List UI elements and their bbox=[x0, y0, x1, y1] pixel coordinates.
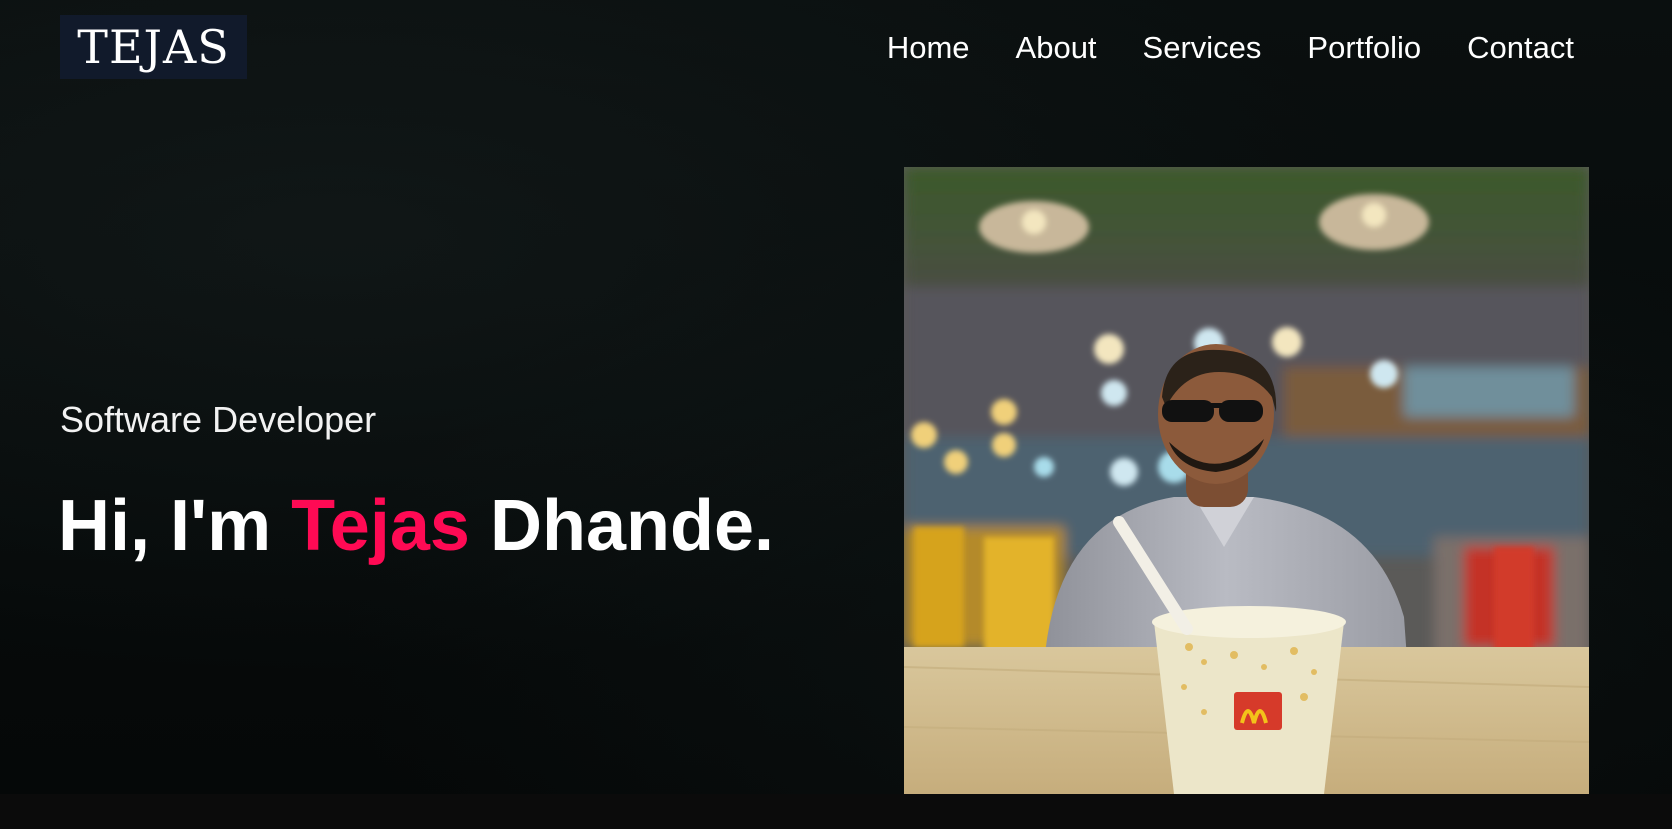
nav-item-about[interactable]: About bbox=[1016, 28, 1097, 68]
greeting-prefix: Hi, I'm bbox=[58, 486, 272, 566]
nav-item-contact[interactable]: Contact bbox=[1467, 28, 1574, 68]
hero-subtitle: Software Developer bbox=[60, 399, 377, 440]
nav-item-home[interactable]: Home bbox=[887, 28, 970, 68]
footer-strip bbox=[0, 794, 1672, 829]
nav-item-services[interactable]: Services bbox=[1143, 28, 1262, 68]
brand-logo-text: TEJAS bbox=[77, 20, 230, 74]
main-nav: Home About Services Portfolio Contact bbox=[887, 28, 1574, 68]
brand-logo[interactable]: TEJAS bbox=[60, 15, 247, 79]
last-name: Dhande. bbox=[489, 486, 774, 566]
profile-photo-illustration bbox=[904, 167, 1589, 794]
first-name-highlight: Tejas bbox=[291, 486, 470, 566]
nav-item-portfolio[interactable]: Portfolio bbox=[1307, 28, 1421, 68]
profile-photo bbox=[904, 167, 1589, 794]
hero-headline: Hi, I'm Tejas Dhande. bbox=[58, 485, 774, 567]
